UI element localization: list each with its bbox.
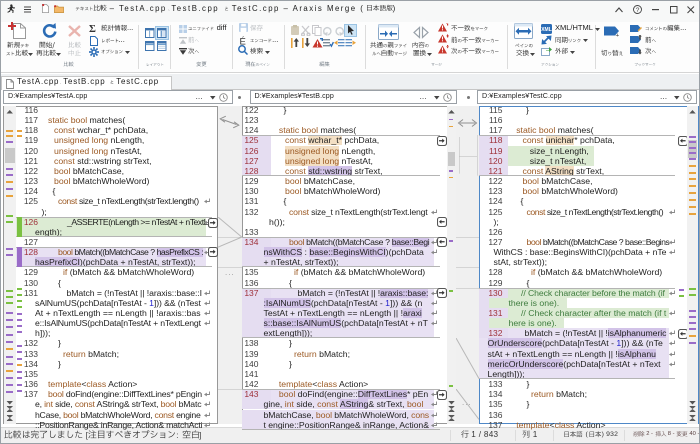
svg-text:XML: XML <box>541 27 552 33</box>
svg-text:±: ± <box>616 33 620 38</box>
svg-text:Σ: Σ <box>89 24 96 33</box>
svg-text:?: ? <box>636 7 640 14</box>
